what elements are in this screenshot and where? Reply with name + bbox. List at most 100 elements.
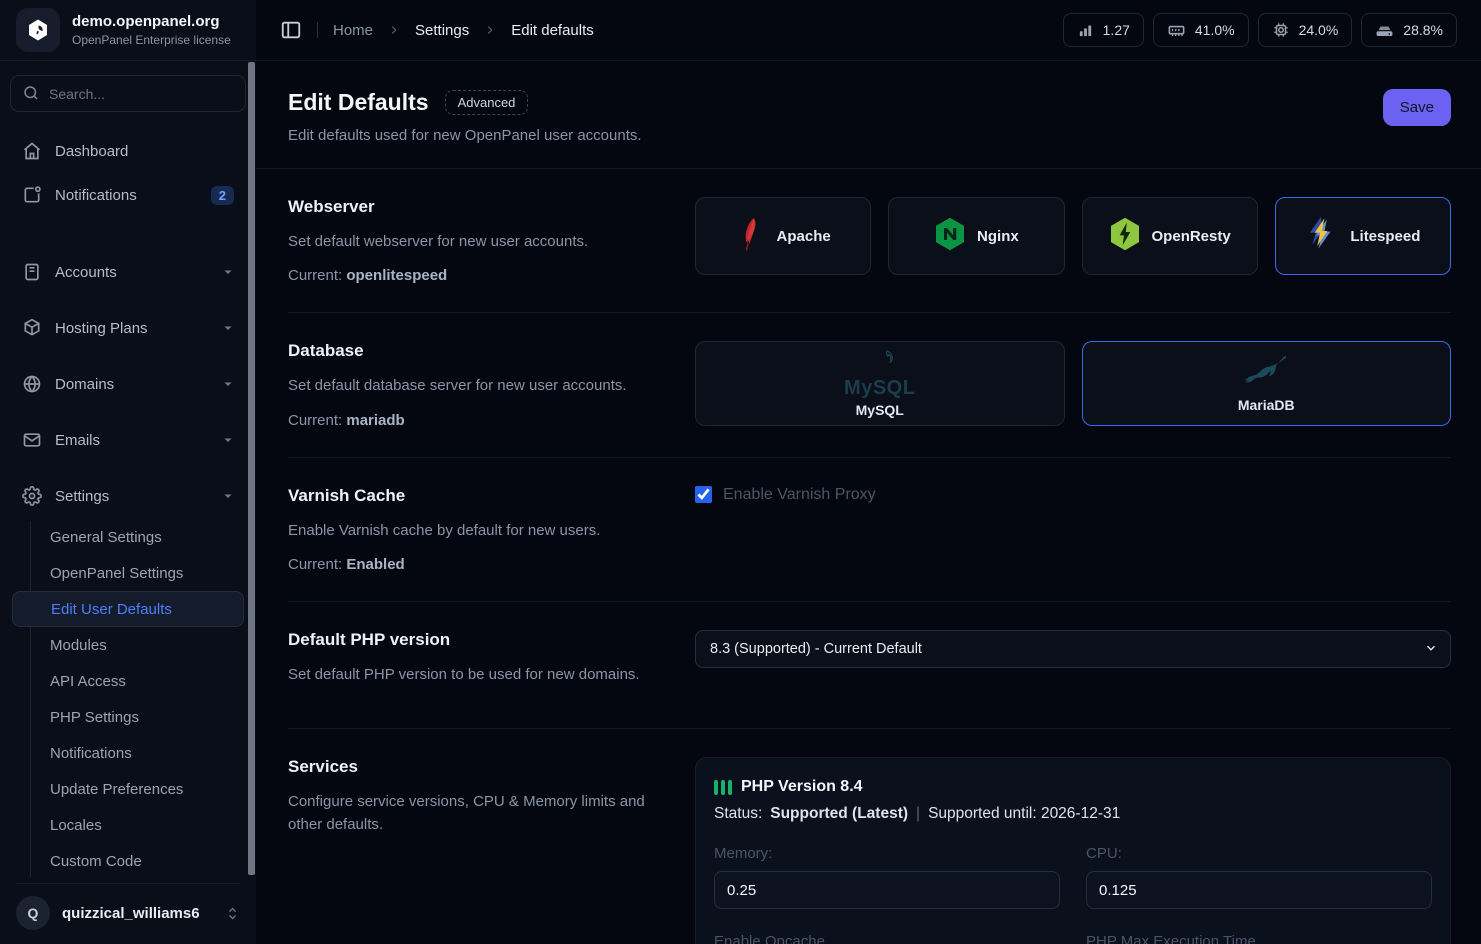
- cpu-input[interactable]: [1086, 871, 1432, 909]
- chevron-down-icon: [222, 434, 234, 446]
- submenu-item-api-access[interactable]: API Access: [12, 663, 244, 699]
- submenu-item-modules[interactable]: Modules: [12, 627, 244, 663]
- current-label: Current:: [288, 556, 342, 573]
- litespeed-icon: [1305, 215, 1339, 258]
- cpu-icon: [1272, 21, 1290, 39]
- sidebar-item-label: Dashboard: [55, 143, 234, 160]
- submenu-item-general-settings[interactable]: General Settings: [12, 519, 244, 555]
- mysql-dolphin-icon: [857, 350, 903, 377]
- current-value: Enabled: [346, 556, 404, 573]
- current-value-line: Current: mariadb: [288, 412, 655, 429]
- memory-input[interactable]: [714, 871, 1060, 909]
- sidebar-item-dashboard[interactable]: Dashboard: [12, 136, 244, 166]
- php-service-status-line: Status: Supported (Latest) | Supported u…: [714, 805, 1432, 823]
- services-panel: PHP Version 8.4 Status: Supported (Lates…: [695, 757, 1451, 944]
- breadcrumb-settings[interactable]: Settings: [415, 22, 469, 39]
- section-default-php: Default PHP version Set default PHP vers…: [288, 602, 1451, 729]
- book-icon: [22, 262, 42, 282]
- chevron-down-icon: [222, 266, 234, 278]
- chevron-right-icon: [387, 23, 401, 37]
- submenu-item-custom-code[interactable]: Custom Code: [12, 843, 244, 879]
- topbar: Home Settings Edit defaults 1.27 41.0% 2…: [256, 0, 1481, 61]
- page-header: Edit Defaults Advanced Edit defaults use…: [256, 61, 1481, 169]
- webserver-option-litespeed[interactable]: Litespeed: [1275, 197, 1451, 275]
- user-name: quizzical_williams6: [62, 905, 213, 922]
- submenu-item-php-settings[interactable]: PHP Settings: [12, 699, 244, 735]
- current-value-line: Current: Enabled: [288, 556, 655, 573]
- webserver-option-label: Apache: [777, 228, 831, 245]
- field-label: Memory:: [714, 845, 1060, 862]
- webserver-option-apache[interactable]: Apache: [695, 197, 871, 275]
- submenu-item-edit-user-defaults[interactable]: Edit User Defaults: [12, 591, 244, 627]
- php-service-card: PHP Version 8.4 Status: Supported (Lates…: [695, 757, 1451, 944]
- submenu-item-openpanel-settings[interactable]: OpenPanel Settings: [12, 555, 244, 591]
- database-option-mariadb[interactable]: MariaDB: [1082, 341, 1452, 426]
- search-input[interactable]: [10, 75, 246, 112]
- stat-value: 24.0%: [1299, 22, 1339, 38]
- sidebar-item-label: Notifications: [55, 187, 198, 204]
- stat-memory[interactable]: 41.0%: [1153, 13, 1249, 47]
- current-label: Current:: [288, 267, 342, 284]
- sidebar-item-domains[interactable]: Domains: [12, 369, 244, 399]
- field-cpu: CPU:: [1086, 845, 1432, 909]
- mail-icon: [22, 430, 42, 450]
- sidebar-search: [10, 75, 246, 112]
- sidebar-item-settings[interactable]: Settings: [12, 481, 244, 511]
- sidebar-item-hosting-plans[interactable]: Hosting Plans: [12, 313, 244, 343]
- apache-feather-icon: [736, 217, 766, 256]
- advanced-badge[interactable]: Advanced: [445, 90, 529, 115]
- section-info: Database Set default database server for…: [288, 341, 695, 428]
- webserver-option-openresty[interactable]: OpenResty: [1082, 197, 1258, 275]
- brand[interactable]: demo.openpanel.org OpenPanel Enterprise …: [0, 0, 256, 61]
- varnish-proxy-checkbox[interactable]: [695, 486, 712, 503]
- breadcrumb: Home Settings Edit defaults: [333, 22, 594, 39]
- chevrons-up-down-icon: [225, 906, 240, 921]
- user-menu[interactable]: Q quizzical_williams6: [0, 884, 256, 944]
- php-version-select[interactable]: 8.3 (Supported) - Current Default: [695, 630, 1451, 668]
- sidebar-nav: Dashboard Notifications 2 Accounts Hosti…: [0, 112, 256, 883]
- stat-value: 1.27: [1103, 22, 1130, 38]
- submenu-item-update-preferences[interactable]: Update Preferences: [12, 771, 244, 807]
- database-option-mysql[interactable]: MySQL MySQL: [695, 341, 1065, 426]
- sidebar-toggle-icon[interactable]: [280, 19, 302, 41]
- package-icon: [22, 318, 42, 338]
- varnish-control: Enable Varnish Proxy: [695, 486, 1451, 504]
- chevron-down-icon: [222, 322, 234, 334]
- status-value: Supported (Latest): [770, 805, 908, 823]
- breadcrumb-home[interactable]: Home: [333, 22, 373, 39]
- stat-load-average[interactable]: 1.27: [1063, 13, 1144, 47]
- submenu-item-locales[interactable]: Locales: [12, 807, 244, 843]
- sidebar-item-notifications[interactable]: Notifications 2: [12, 180, 244, 210]
- chevron-right-icon: [483, 23, 497, 37]
- disk-icon: [1375, 21, 1394, 40]
- submenu-item-notifications[interactable]: Notifications: [12, 735, 244, 771]
- stat-cpu[interactable]: 24.0%: [1258, 13, 1353, 47]
- chevron-down-icon: [222, 378, 234, 390]
- supported-until: Supported until: 2026-12-31: [928, 805, 1120, 823]
- section-description: Configure service versions, CPU & Memory…: [288, 790, 655, 837]
- section-database: Database Set default database server for…: [288, 313, 1451, 457]
- php-version-control: 8.3 (Supported) - Current Default: [695, 630, 1451, 700]
- webserver-option-nginx[interactable]: Nginx: [888, 197, 1064, 275]
- sidebar-item-label: Emails: [55, 432, 209, 449]
- sidebar-scrollbar[interactable]: [248, 62, 255, 875]
- section-description: Enable Varnish cache by default for new …: [288, 519, 655, 542]
- mariadb-seal-icon: [1236, 354, 1296, 393]
- varnish-proxy-label: Enable Varnish Proxy: [723, 486, 876, 504]
- openpanel-logo-icon: [16, 8, 60, 52]
- separator: |: [916, 805, 920, 823]
- load-average-icon: [1077, 22, 1094, 39]
- stat-disk[interactable]: 28.8%: [1361, 13, 1457, 47]
- field-label: PHP Max Execution Time: [1086, 933, 1432, 944]
- sidebar-item-accounts[interactable]: Accounts: [12, 257, 244, 287]
- gear-icon: [22, 486, 42, 506]
- page-header-text: Edit Defaults Advanced Edit defaults use…: [288, 89, 642, 144]
- search-icon: [22, 84, 40, 107]
- save-button[interactable]: Save: [1383, 89, 1451, 126]
- section-info: Webserver Set default webserver for new …: [288, 197, 695, 284]
- openresty-icon: [1109, 216, 1141, 257]
- sidebar-item-emails[interactable]: Emails: [12, 425, 244, 455]
- share-square-icon: [22, 185, 42, 205]
- main: Home Settings Edit defaults 1.27 41.0% 2…: [256, 0, 1481, 944]
- breadcrumb-edit-defaults: Edit defaults: [511, 22, 594, 39]
